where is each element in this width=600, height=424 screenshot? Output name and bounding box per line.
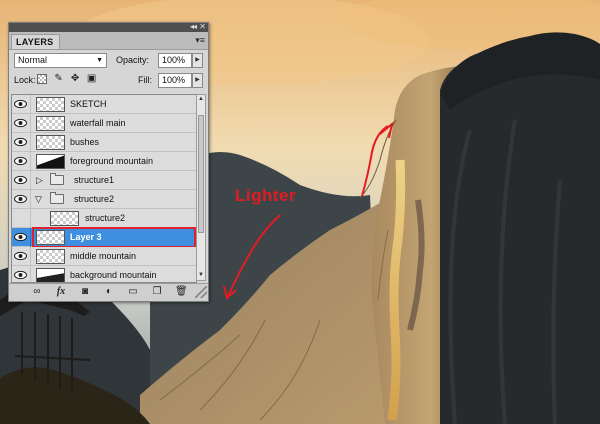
layer-thumbnail [36,154,65,169]
scroll-up-icon[interactable]: ▲ [197,95,205,104]
new-layer-icon[interactable]: ❐ [151,286,163,298]
lock-label: Lock: [14,75,36,85]
panel-titlebar[interactable]: ◂◂ ✕ [9,22,208,32]
layer-group-structure2[interactable]: ▽ structure2 [12,190,196,209]
layer-row-structure2[interactable]: structure2 [12,209,196,228]
scrollbar-thumb[interactable] [198,115,204,233]
layer-row-background-mountain[interactable]: background mountain [12,266,196,282]
row-divider [30,247,31,266]
lock-transparency-icon[interactable] [37,74,47,84]
opacity-label: Opacity: [116,55,150,65]
layer-name: foreground mountain [70,156,154,166]
row-divider [30,171,31,190]
panel-menu-icon[interactable]: ▾≡ [195,34,205,46]
eye-visibility-icon[interactable] [14,232,27,242]
row-divider [30,190,31,209]
eye-visibility-icon[interactable] [14,175,27,185]
group-name: structure2 [74,194,115,204]
layer-thumbnail [36,230,65,245]
close-panel-icon[interactable]: ✕ [199,22,206,32]
layers-scrollbar[interactable]: ▲ ▼ [196,94,206,281]
row-divider [30,133,31,152]
expand-triangle-icon[interactable]: ▷ [36,174,43,186]
layer-thumbnail [36,249,65,264]
layer-thumbnail [36,268,65,282]
blend-mode-value: Normal [18,55,48,65]
layer-name: Layer 3 [70,232,102,242]
collapse-triangle-icon[interactable]: ▽ [35,193,42,205]
eye-visibility-icon[interactable] [14,251,27,261]
lock-fill-row: Lock: ✎ ✥ ▣ Fill: 100% ▶ [12,72,205,90]
layer-thumbnail [36,135,65,150]
layer-name: SKETCH [70,99,107,109]
layer-row-layer-3[interactable]: Layer 3 [12,227,196,248]
new-group-icon[interactable]: ▭ [127,286,139,298]
folder-icon [50,173,64,185]
row-divider [30,114,31,133]
fill-field[interactable]: 100% [158,73,192,88]
eye-visibility-icon[interactable] [14,137,27,147]
trash-icon[interactable]: 🗑 [175,286,188,298]
layer-thumbnail [36,97,65,112]
layer-name: waterfall main [70,118,126,128]
layer-name: background mountain [70,270,157,280]
lock-icons: ✎ ✥ ▣ [37,74,101,86]
fill-slider-button[interactable]: ▶ [192,73,203,88]
eye-visibility-icon[interactable] [14,156,27,166]
layer-name: bushes [70,137,100,147]
row-divider [30,209,31,228]
opacity-field[interactable]: 100% [158,53,192,68]
panel-footer: ∞ fx ◙ ◐ ▭ ❐ 🗑 [9,283,208,301]
lock-all-padlock-icon[interactable]: ▣ [87,74,97,84]
eye-visibility-icon[interactable] [14,99,27,109]
layer-row-waterfall-main[interactable]: waterfall main [12,114,196,133]
lock-image-brush-icon[interactable]: ✎ [54,74,64,84]
collapse-panel-icon[interactable]: ◂◂ [190,22,197,32]
layers-list: SKETCH waterfall main bushes foreground … [11,94,197,283]
layers-panel: ◂◂ ✕ LAYERS ▾≡ Normal ▼ Opacity: 100% ▶ … [8,22,209,302]
panel-tab-strip: LAYERS ▾≡ [9,32,208,50]
blend-mode-select[interactable]: Normal ▼ [14,53,107,68]
opacity-slider-button[interactable]: ▶ [192,53,203,68]
layer-row-foreground-mountain[interactable]: foreground mountain [12,152,196,171]
eye-visibility-icon[interactable] [14,270,27,280]
layer-row-sketch[interactable]: SKETCH [12,95,196,114]
row-divider [30,266,31,282]
eye-visibility-icon[interactable] [14,194,27,204]
resize-grip-icon[interactable] [195,286,207,298]
group-name: structure1 [74,175,115,185]
adjustment-layer-icon[interactable]: ◐ [103,286,115,298]
blend-opacity-row: Normal ▼ Opacity: 100% ▶ [12,52,205,70]
fx-icon[interactable]: fx [55,286,67,298]
row-divider [30,95,31,114]
layer-thumbnail [36,116,65,131]
tab-layers[interactable]: LAYERS [11,34,60,49]
eye-visibility-icon[interactable] [14,118,27,128]
layer-group-structure1[interactable]: ▷ structure1 [12,171,196,190]
layer-name: middle mountain [70,251,137,261]
chevron-down-icon: ▼ [96,57,103,64]
layer-row-bushes[interactable]: bushes [12,133,196,152]
link-layers-icon[interactable]: ∞ [31,286,43,298]
layer-mask-icon[interactable]: ◙ [79,286,91,298]
layer-thumbnail [50,211,79,226]
scroll-down-icon[interactable]: ▼ [197,271,205,280]
lock-position-move-icon[interactable]: ✥ [70,74,80,84]
lighter-annotation: Lighter [235,186,297,205]
layer-row-middle-mountain[interactable]: middle mountain [12,247,196,266]
row-divider [30,152,31,171]
fill-label: Fill: [138,75,152,85]
folder-icon [50,192,64,204]
layer-name: structure2 [85,213,126,223]
row-divider [30,228,31,247]
